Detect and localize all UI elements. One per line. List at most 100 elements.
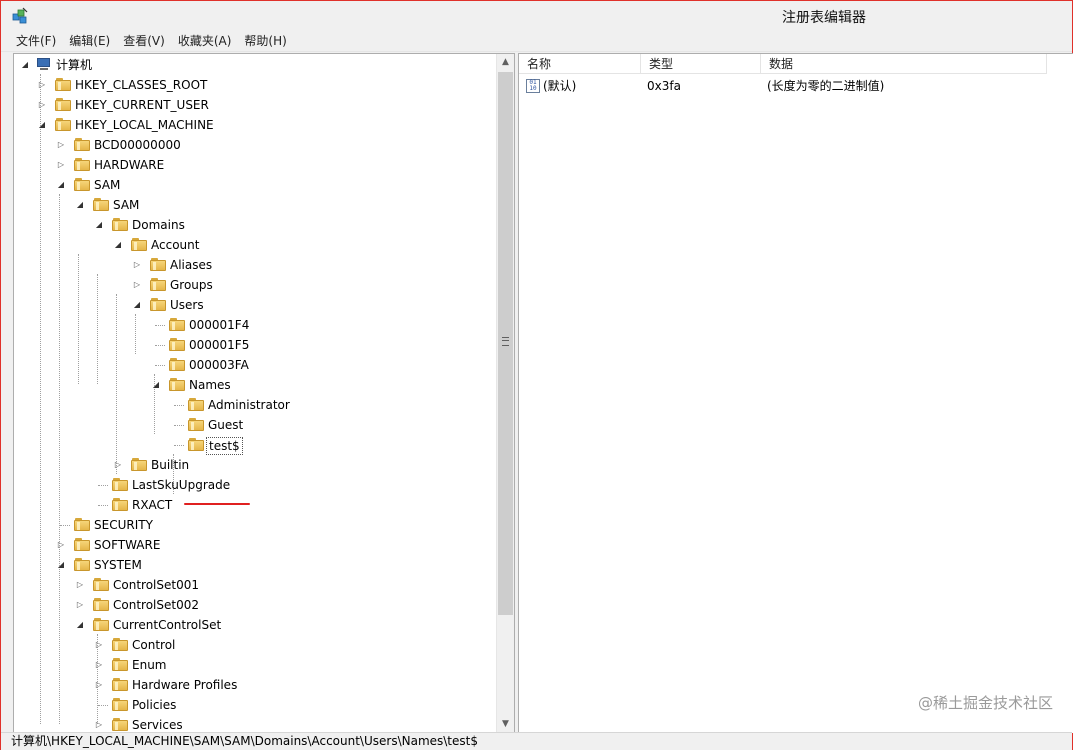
tree-node[interactable]: ◢ SYSTEM — [14, 555, 494, 575]
tree-node[interactable]: 000001F4 — [14, 315, 494, 335]
status-path: 计算机\HKEY_LOCAL_MACHINE\SAM\SAM\Domains\A… — [11, 734, 478, 748]
expand-arrow-icon[interactable]: ▷ — [56, 539, 66, 551]
tree-node-label: SAM — [94, 178, 121, 192]
value-row[interactable]: 01 10 (默认) 0x3fa (长度为零的二进制值) — [519, 76, 1073, 96]
column-header-type[interactable]: 类型 — [641, 54, 761, 74]
tree-node-label: SECURITY — [94, 518, 153, 532]
tree-node[interactable]: ▷ Builtin — [14, 455, 494, 475]
scroll-down-button[interactable]: ▼ — [497, 716, 514, 733]
expand-arrow-icon[interactable]: ▷ — [113, 459, 123, 471]
tree-node[interactable]: ◢ SAM — [14, 195, 494, 215]
folder-icon — [112, 658, 128, 671]
tree-node[interactable]: ◢ Domains — [14, 215, 494, 235]
menu-view[interactable]: 查看(V) — [116, 31, 171, 51]
tree-node[interactable]: 000001F5 — [14, 335, 494, 355]
tree-node[interactable]: Administrator — [14, 395, 494, 415]
column-header-data[interactable]: 数据 — [761, 54, 1047, 74]
folder-icon — [112, 498, 128, 511]
tree-node[interactable]: ▷ Aliases — [14, 255, 494, 275]
collapse-arrow-icon[interactable]: ◢ — [94, 219, 104, 231]
tree-node-label: Users — [170, 298, 204, 312]
watermark: @稀土掘金技术社区 — [917, 694, 1053, 712]
tree-connector — [98, 485, 108, 486]
tree-node[interactable]: ▷ ControlSet002 — [14, 595, 494, 615]
expand-arrow-icon[interactable]: ▷ — [37, 99, 47, 111]
status-bar: 计算机\HKEY_LOCAL_MACHINE\SAM\SAM\Domains\A… — [1, 732, 1072, 750]
expand-arrow-icon[interactable]: ▷ — [75, 579, 85, 591]
tree-scrollbar[interactable]: ▲ ▼ — [496, 54, 514, 733]
tree-node[interactable]: ▷ Control — [14, 635, 494, 655]
tree-node[interactable]: ▷ HKEY_CLASSES_ROOT — [14, 75, 494, 95]
folder-icon — [74, 138, 90, 151]
menu-file[interactable]: 文件(F) — [9, 31, 62, 51]
menu-help[interactable]: 帮助(H) — [237, 31, 292, 51]
title-bar: 注册表编辑器 — [1, 1, 1072, 31]
registry-tree-pane[interactable]: ◢ 计算机 ▷ HKEY_CLASSES_ROOT ▷ HKEY_CURRENT_USER… — [13, 53, 515, 734]
tree-node[interactable]: ▷ ControlSet001 — [14, 575, 494, 595]
folder-icon — [93, 618, 109, 631]
tree-node[interactable]: ▷ Enum — [14, 655, 494, 675]
tree-node[interactable]: ◢ Users — [14, 295, 494, 315]
tree-node[interactable]: ◢ CurrentControlSet — [14, 615, 494, 635]
tree-node-label: Control — [132, 638, 176, 652]
tree-node[interactable]: ▷ Groups — [14, 275, 494, 295]
tree-node-label: Domains — [132, 218, 185, 232]
expand-arrow-icon[interactable]: ▷ — [132, 259, 142, 271]
expand-arrow-icon[interactable]: ▷ — [75, 599, 85, 611]
tree-node[interactable]: RXACT — [14, 495, 494, 515]
tree-node[interactable]: LastSkuUpgrade — [14, 475, 494, 495]
folder-icon — [131, 238, 147, 251]
folder-icon — [93, 198, 109, 211]
collapse-arrow-icon[interactable]: ◢ — [56, 559, 66, 571]
collapse-arrow-icon[interactable]: ◢ — [75, 199, 85, 211]
tree-connector — [174, 405, 184, 406]
expand-arrow-icon[interactable]: ▷ — [37, 79, 47, 91]
collapse-arrow-icon[interactable]: ◢ — [113, 239, 123, 251]
tree-node-computer[interactable]: ◢ 计算机 — [14, 55, 494, 75]
tree-node-label: Guest — [208, 418, 244, 432]
collapse-arrow-icon[interactable]: ◢ — [75, 619, 85, 631]
tree-connector — [155, 365, 165, 366]
scroll-thumb[interactable] — [498, 72, 513, 615]
tree-connector — [98, 705, 108, 706]
tree-node[interactable]: ◢ HKEY_LOCAL_MACHINE — [14, 115, 494, 135]
expand-arrow-icon[interactable]: ▷ — [132, 279, 142, 291]
tree-node[interactable]: ▷ HARDWARE — [14, 155, 494, 175]
tree-node[interactable]: ◢ Names — [14, 375, 494, 395]
registry-tree[interactable]: ◢ 计算机 ▷ HKEY_CLASSES_ROOT ▷ HKEY_CURRENT_USER… — [14, 54, 494, 733]
collapse-arrow-icon[interactable]: ◢ — [37, 119, 47, 131]
values-list-pane[interactable]: 名称 类型 数据 01 10 (默认) 0x3fa (长度为零的二进制值) @稀土… — [518, 53, 1073, 733]
expand-arrow-icon[interactable]: ▷ — [94, 639, 104, 651]
folder-icon — [112, 698, 128, 711]
tree-node-label: SYSTEM — [94, 558, 142, 572]
scroll-up-button[interactable]: ▲ — [497, 54, 514, 71]
tree-node[interactable]: ◢ SAM — [14, 175, 494, 195]
menu-edit[interactable]: 编辑(E) — [62, 31, 116, 51]
tree-node[interactable]: 000003FA — [14, 355, 494, 375]
tree-node[interactable]: ▷ HKEY_CURRENT_USER — [14, 95, 494, 115]
collapse-arrow-icon[interactable]: ◢ — [151, 379, 161, 391]
folder-icon — [150, 258, 166, 271]
tree-node-label: Enum — [132, 658, 167, 672]
menu-favorites[interactable]: 收藏夹(A) — [171, 31, 238, 51]
tree-node[interactable]: Policies — [14, 695, 494, 715]
value-type: 0x3fa — [647, 79, 681, 93]
expand-arrow-icon[interactable]: ▷ — [56, 159, 66, 171]
tree-node[interactable]: ▷ BCD00000000 — [14, 135, 494, 155]
collapse-arrow-icon[interactable]: ◢ — [56, 179, 66, 191]
collapse-arrow-icon[interactable]: ◢ — [20, 59, 30, 71]
expand-arrow-icon[interactable]: ▷ — [94, 679, 104, 691]
tree-node[interactable]: ▷ SOFTWARE — [14, 535, 494, 555]
tree-node[interactable]: ▷ Hardware Profiles — [14, 675, 494, 695]
tree-node[interactable]: test$ — [14, 435, 494, 455]
collapse-arrow-icon[interactable]: ◢ — [132, 299, 142, 311]
tree-node[interactable]: SECURITY — [14, 515, 494, 535]
column-header-name[interactable]: 名称 — [519, 54, 641, 74]
tree-node[interactable]: ◢ Account — [14, 235, 494, 255]
expand-arrow-icon[interactable]: ▷ — [94, 659, 104, 671]
expand-arrow-icon[interactable]: ▷ — [94, 719, 104, 731]
tree-node-label: LastSkuUpgrade — [132, 478, 231, 492]
tree-node[interactable]: Guest — [14, 415, 494, 435]
expand-arrow-icon[interactable]: ▷ — [56, 139, 66, 151]
tree-node-label: Services — [132, 718, 183, 732]
